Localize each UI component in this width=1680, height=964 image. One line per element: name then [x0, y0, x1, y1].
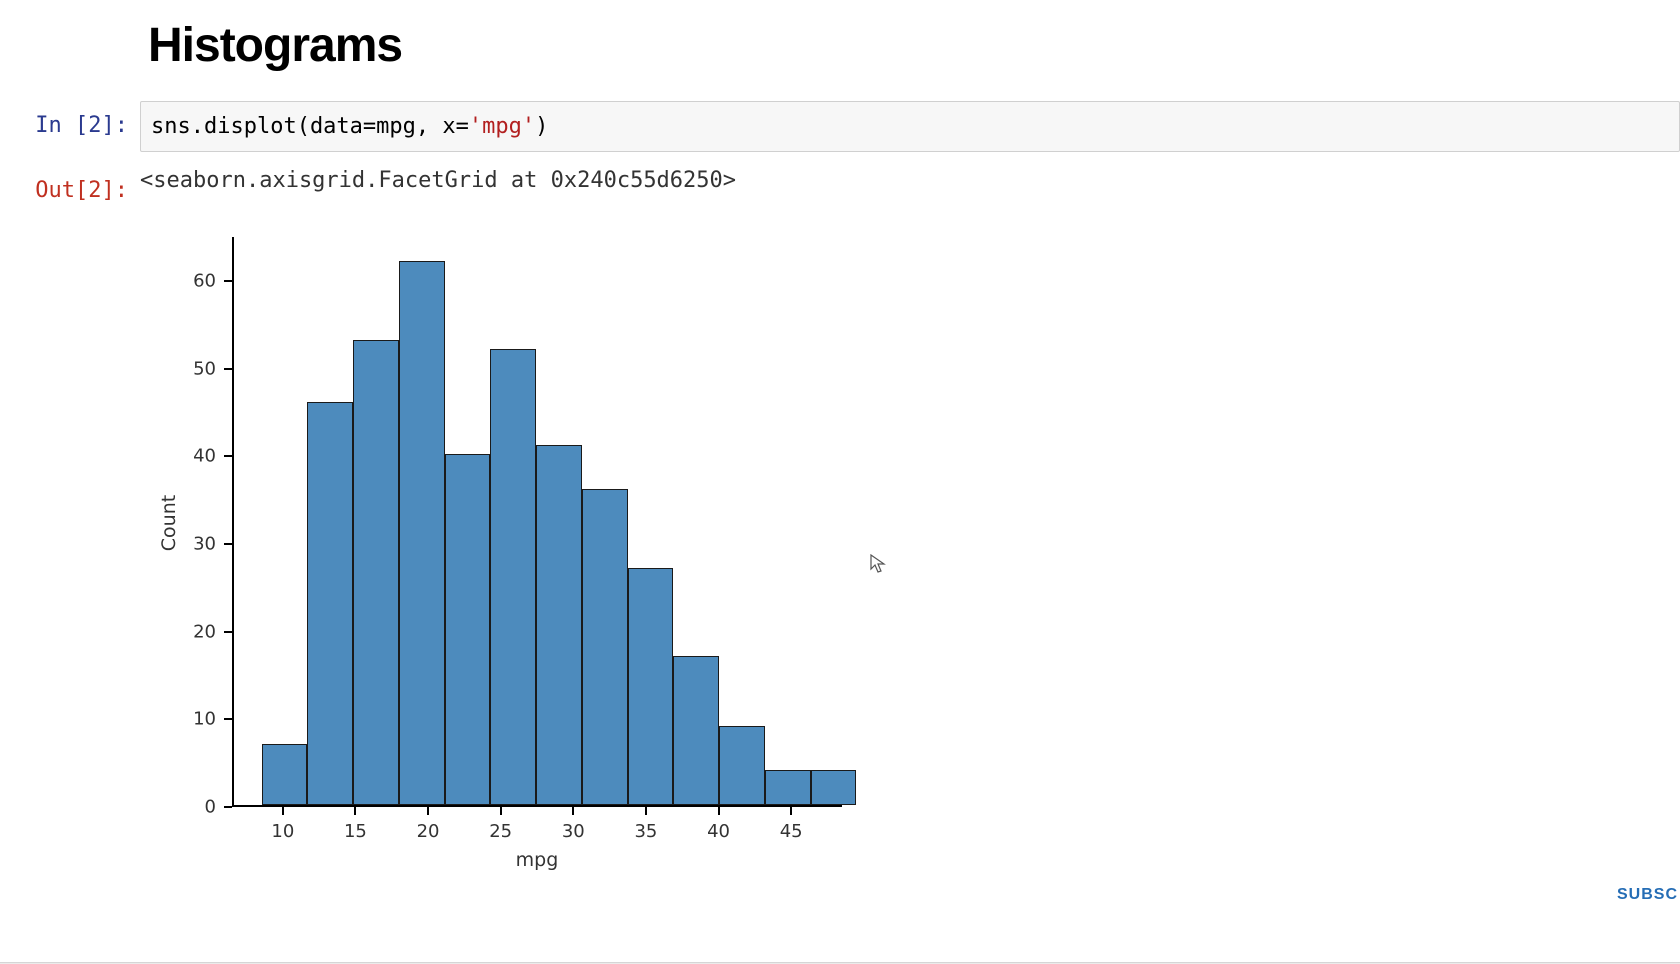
- x-tick-mark: [718, 807, 720, 815]
- histogram-bar: [307, 402, 353, 805]
- code-string: 'mpg': [469, 114, 535, 139]
- histogram-bar: [353, 340, 399, 805]
- histogram-bar: [628, 568, 674, 805]
- histogram-bar: [811, 770, 857, 805]
- x-tick-mark: [572, 807, 574, 815]
- bars-container: [234, 237, 842, 805]
- y-tick-mark: [224, 806, 232, 808]
- histogram-bar: [673, 656, 719, 805]
- y-tick-mark: [224, 368, 232, 370]
- subscribe-badge[interactable]: SUBSC: [1617, 886, 1680, 904]
- histogram-bar: [765, 770, 811, 805]
- cursor-icon: [870, 554, 886, 580]
- x-tick-label: 40: [707, 821, 730, 842]
- x-tick-label: 10: [271, 821, 294, 842]
- x-tick-mark: [500, 807, 502, 815]
- histogram-bar: [719, 726, 765, 805]
- x-tick-label: 20: [417, 821, 440, 842]
- x-tick-mark: [645, 807, 647, 815]
- code-token: =: [363, 114, 376, 139]
- output-prompt: Out[2]:: [0, 166, 140, 203]
- code-token: =: [456, 114, 469, 139]
- output-cell-row: Out[2]: <seaborn.axisgrid.FacetGrid at 0…: [0, 166, 1680, 203]
- y-tick-label: 20: [193, 621, 216, 642]
- input-prompt: In [2]:: [0, 101, 140, 138]
- y-tick-mark: [224, 280, 232, 282]
- y-tick-label: 40: [193, 446, 216, 467]
- code-token: sns.displot(data: [151, 114, 363, 139]
- y-tick-label: 60: [193, 270, 216, 291]
- code-cell[interactable]: sns.displot(data=mpg, x='mpg'): [140, 101, 1680, 152]
- plot-area: [232, 237, 842, 807]
- histogram-bar: [445, 454, 491, 805]
- input-cell-row: In [2]: sns.displot(data=mpg, x='mpg'): [0, 101, 1680, 152]
- histogram-bar: [262, 744, 308, 805]
- y-tick-label: 0: [205, 797, 216, 818]
- x-tick-mark: [282, 807, 284, 815]
- x-axis-ticks: 10 15 20 25 30 35 40 45: [232, 809, 842, 849]
- code-token: mpg, x: [376, 114, 455, 139]
- histogram-chart: Count 0102030405060 1015202530354045 mpg: [148, 233, 868, 873]
- histogram-bar: [582, 489, 628, 805]
- x-tick-mark: [790, 807, 792, 815]
- y-tick-label: 50: [193, 358, 216, 379]
- histogram-bar: [536, 445, 582, 805]
- output-text: <seaborn.axisgrid.FacetGrid at 0x240c55d…: [140, 166, 736, 193]
- x-tick-label: 45: [780, 821, 803, 842]
- y-tick-label: 10: [193, 709, 216, 730]
- x-tick-mark: [354, 807, 356, 815]
- section-heading: Histograms: [148, 18, 1680, 73]
- histogram-bar: [399, 261, 445, 805]
- code-token: ): [535, 114, 548, 139]
- x-tick-label: 25: [489, 821, 512, 842]
- x-axis-label: mpg: [232, 849, 842, 871]
- y-tick-mark: [224, 543, 232, 545]
- y-tick-mark: [224, 718, 232, 720]
- x-tick-label: 30: [562, 821, 585, 842]
- x-tick-mark: [427, 807, 429, 815]
- y-tick-label: 30: [193, 533, 216, 554]
- histogram-bar: [490, 349, 536, 805]
- y-tick-mark: [224, 631, 232, 633]
- y-tick-mark: [224, 455, 232, 457]
- x-tick-label: 15: [344, 821, 367, 842]
- y-axis-ticks: 0102030405060: [148, 237, 226, 807]
- x-tick-label: 35: [634, 821, 657, 842]
